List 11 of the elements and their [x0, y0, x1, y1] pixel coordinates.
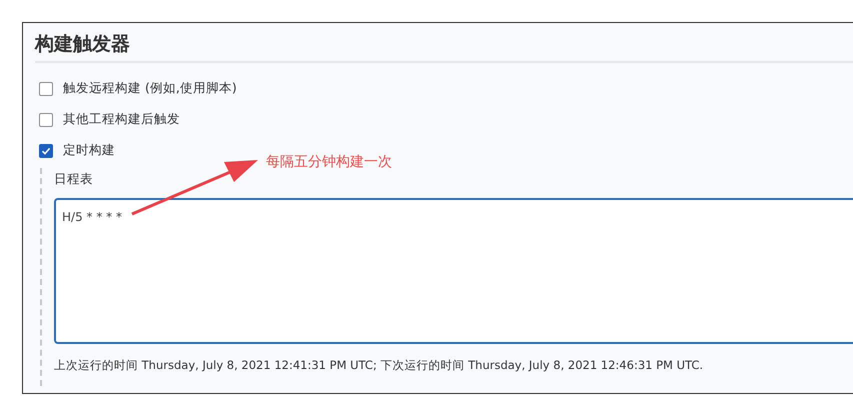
checkbox[interactable]: [39, 144, 53, 158]
schedule-label: 日程表: [54, 170, 94, 188]
checkbox[interactable]: [39, 112, 53, 126]
checkbox-label: 触发远程构建 (例如,使用脚本): [63, 80, 237, 97]
annotation-text: 每隔五分钟构建一次: [266, 153, 392, 171]
checkbox[interactable]: [39, 82, 53, 96]
schedule-caption: 上次运行的时间 Thursday, July 8, 2021 12:41:31 PM UTC; 下次运行的时间 Thursday, July 8, 2021 12:46:31 PM UTC.: [54, 358, 704, 373]
checkbox-label: 其他工程构建后触发: [63, 111, 180, 128]
section-title: 构建触发器: [35, 31, 853, 63]
schedule-input[interactable]: H/5 * * * *: [54, 198, 853, 344]
checkbox-label: 定时构建: [63, 142, 115, 159]
